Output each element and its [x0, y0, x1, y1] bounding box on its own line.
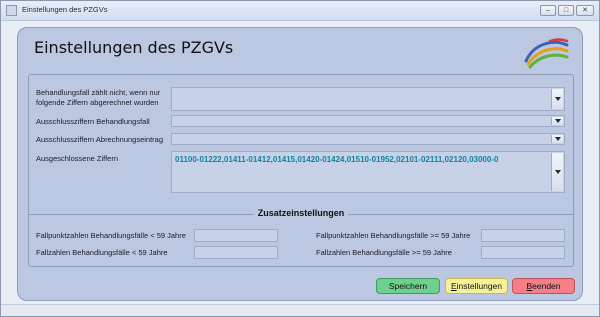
- dropdown-arrow-icon[interactable]: [551, 153, 563, 191]
- settings-panel: Einstellungen des PZGVs Behandlungsfall …: [17, 27, 583, 301]
- behandlungsfall-combo[interactable]: [171, 87, 565, 111]
- logo-swoosh: [524, 38, 569, 69]
- dropdown-arrow-icon[interactable]: [551, 117, 563, 125]
- fallzahl-ab59-field[interactable]: [481, 246, 565, 259]
- dropdown-arrow-icon[interactable]: [551, 89, 563, 109]
- ausgeschlossene-ziffern-label: Ausgeschlossene Ziffern: [36, 154, 118, 163]
- window-title: Einstellungen des PZGVs: [22, 5, 108, 14]
- fallpunkt-unter59-field[interactable]: [194, 229, 278, 242]
- ausgeschlossene-ziffern-value: 01100-01222,01411-01412,01415,01420-0142…: [175, 155, 499, 164]
- maximize-icon[interactable]: □: [558, 5, 574, 16]
- fallpunkt-ab59-field[interactable]: [481, 229, 565, 242]
- zusatz-section-title: Zusatzeinstellungen: [29, 208, 573, 218]
- fallpunkt-unter59-label: Fallpunktzahlen Behandlungsfälle < 59 Ja…: [36, 231, 186, 240]
- fallpunkt-ab59-label: Fallpunktzahlen Behandlungsfälle >= 59 J…: [316, 231, 471, 240]
- settings-form: Behandlungsfall zählt nicht, wenn nur fo…: [28, 74, 574, 267]
- fallzahl-unter59-label: Fallzahlen Behandlungsfälle < 59 Jahre: [36, 248, 168, 257]
- ausschluss-behandlungsfall-combo[interactable]: [171, 115, 565, 127]
- quit-button[interactable]: Beenden: [512, 278, 575, 294]
- title-bar[interactable]: Einstellungen des PZGVs – □ ✕: [1, 1, 599, 21]
- fallzahl-ab59-label: Fallzahlen Behandlungsfälle >= 59 Jahre: [316, 248, 452, 257]
- settings-button[interactable]: Einstellungen: [445, 278, 508, 294]
- behandlungsfall-label: Behandlungsfall zählt nicht, wenn nur fo…: [36, 88, 161, 107]
- page-title: Einstellungen des PZGVs: [34, 38, 234, 57]
- minimize-icon[interactable]: –: [540, 5, 556, 16]
- dropdown-arrow-icon[interactable]: [551, 135, 563, 143]
- app-icon: [6, 5, 17, 16]
- ausschluss-behandlungsfall-label: Ausschlussziffern Behandlungsfall: [36, 117, 150, 126]
- close-icon[interactable]: ✕: [576, 5, 594, 16]
- ausschluss-abrechnung-combo[interactable]: [171, 133, 565, 145]
- app-window: Einstellungen des PZGVs – □ ✕ Einstellun…: [0, 0, 600, 317]
- ausschluss-abrechnung-label: Ausschlussziffern Abrechnungseintrag: [36, 135, 164, 144]
- save-button[interactable]: Speichern: [376, 278, 440, 294]
- status-bar: [1, 304, 599, 316]
- ausgeschlossene-ziffern-combo[interactable]: 01100-01222,01411-01412,01415,01420-0142…: [171, 151, 565, 193]
- fallzahl-unter59-field[interactable]: [194, 246, 278, 259]
